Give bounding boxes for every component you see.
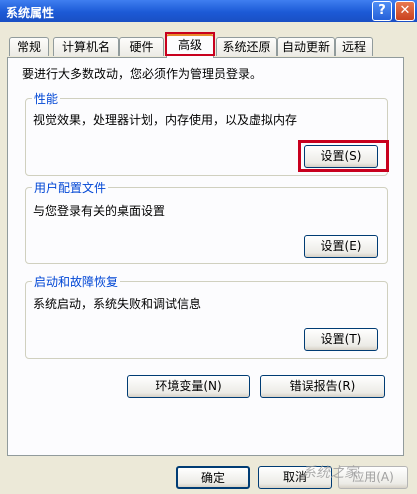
tab-automatic-updates[interactable]: 自动更新 bbox=[277, 37, 335, 56]
startup-recovery-description: 系统启动，系统失败和调试信息 bbox=[33, 297, 202, 311]
tab-general[interactable]: 常规 bbox=[9, 37, 49, 56]
startup-recovery-group-title: 启动和故障恢复 bbox=[32, 273, 121, 290]
error-reporting-button[interactable]: 错误报告(R) bbox=[260, 375, 385, 398]
tab-hardware[interactable]: 硬件 bbox=[119, 37, 164, 56]
close-button[interactable]: ✕ bbox=[395, 1, 415, 21]
title-bar[interactable]: 系统属性 ? ✕ bbox=[0, 0, 417, 22]
performance-settings-highlight-box bbox=[298, 140, 389, 172]
help-button[interactable]: ? bbox=[372, 1, 392, 21]
user-profiles-group-title: 用户配置文件 bbox=[32, 179, 109, 196]
user-profiles-settings-button[interactable]: 设置(E) bbox=[304, 235, 378, 258]
performance-group-title: 性能 bbox=[32, 90, 61, 107]
performance-description: 视觉效果，处理器计划，内存使用，以及虚拟内存 bbox=[33, 113, 298, 127]
ok-button[interactable]: 确定 bbox=[176, 466, 250, 489]
window-title: 系统属性 bbox=[6, 6, 55, 20]
tab-system-restore[interactable]: 系统还原 bbox=[216, 37, 277, 56]
watermark: 系统之家 bbox=[302, 465, 358, 481]
tab-computer-name[interactable]: 计算机名 bbox=[53, 37, 119, 56]
system-properties-window: 系统属性 ? ✕ 常规 计算机名 硬件 高级 系统还原 自动更新 远程 要进行大… bbox=[0, 0, 417, 494]
advanced-tab-highlight-box bbox=[165, 32, 215, 56]
tab-remote[interactable]: 远程 bbox=[335, 37, 373, 56]
user-profiles-description: 与您登录有关的桌面设置 bbox=[33, 204, 166, 218]
environment-variables-button[interactable]: 环境变量(N) bbox=[127, 375, 250, 398]
admin-note: 要进行大多数改动，您必须作为管理员登录。 bbox=[22, 67, 263, 81]
startup-recovery-settings-button[interactable]: 设置(T) bbox=[304, 328, 378, 351]
